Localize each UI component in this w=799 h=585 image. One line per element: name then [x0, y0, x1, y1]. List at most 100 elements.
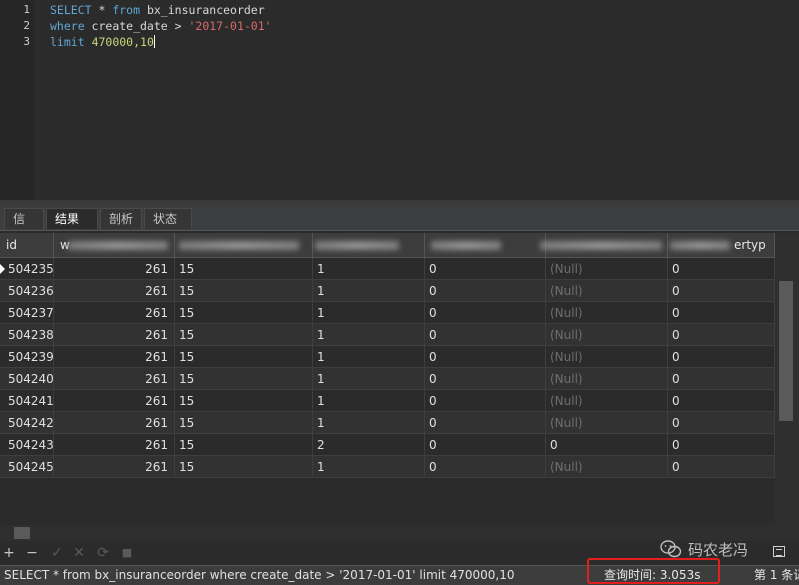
table-cell[interactable]: (Null)	[546, 412, 668, 434]
table-cell[interactable]: (Null)	[546, 368, 668, 390]
table-cell[interactable]: 0	[425, 324, 546, 346]
table-cell[interactable]: 0	[425, 368, 546, 390]
apply-changes-button[interactable]: ✓	[48, 544, 66, 562]
table-cell[interactable]: 0	[425, 390, 546, 412]
table-row[interactable]: 504243 261 15 2 0 0 0	[0, 434, 775, 456]
table-cell[interactable]: 1	[313, 390, 425, 412]
table-cell[interactable]: 504236	[0, 280, 54, 302]
column-header-id[interactable]: id	[0, 233, 54, 257]
column-header[interactable]	[175, 233, 313, 257]
table-row[interactable]: 504236 261 15 1 0 (Null) 0	[0, 280, 775, 302]
table-cell[interactable]: 504237	[0, 302, 54, 324]
column-header[interactable]	[540, 233, 668, 257]
table-cell[interactable]: 0	[668, 434, 775, 456]
column-header[interactable]	[313, 233, 425, 257]
table-cell[interactable]: 0	[425, 346, 546, 368]
table-cell[interactable]: 15	[175, 412, 313, 434]
table-cell[interactable]: 1	[313, 302, 425, 324]
table-cell[interactable]: (Null)	[546, 302, 668, 324]
scrollbar-thumb[interactable]	[14, 527, 30, 539]
table-cell[interactable]: 15	[175, 280, 313, 302]
result-grid[interactable]: id w ertyp 504235 261 15 1 0 (Null) 0 504236 261…	[0, 233, 775, 525]
table-cell[interactable]: 0	[425, 412, 546, 434]
table-cell[interactable]: 1	[313, 412, 425, 434]
table-cell[interactable]: 261	[54, 280, 175, 302]
table-cell[interactable]: 0	[425, 456, 546, 478]
refresh-button[interactable]: ⟳	[94, 544, 112, 562]
table-cell[interactable]: (Null)	[546, 258, 668, 280]
table-row[interactable]: 504242 261 15 1 0 (Null) 0	[0, 412, 775, 434]
table-cell[interactable]: 261	[54, 368, 175, 390]
table-cell[interactable]: 15	[175, 434, 313, 456]
table-cell[interactable]: 0	[668, 346, 775, 368]
table-cell[interactable]: 0	[668, 324, 775, 346]
table-cell[interactable]: 0	[425, 280, 546, 302]
table-cell[interactable]: 2	[313, 434, 425, 456]
column-header[interactable]: w	[54, 233, 175, 257]
table-row[interactable]: 504235 261 15 1 0 (Null) 0	[0, 258, 775, 280]
tab-profile[interactable]: 剖析	[100, 208, 142, 229]
sql-editor[interactable]: 1 2 3 SELECT * from bx_insuranceorder wh…	[0, 0, 799, 200]
table-cell[interactable]: 0	[668, 412, 775, 434]
tab-status[interactable]: 状态	[144, 208, 192, 229]
tab-info[interactable]: 信息	[4, 208, 44, 247]
table-cell[interactable]: (Null)	[546, 280, 668, 302]
scrollbar-thumb[interactable]	[779, 281, 793, 421]
code-line-2[interactable]: where create_date > '2017-01-01'	[50, 19, 272, 33]
table-cell[interactable]: 504242	[0, 412, 54, 434]
table-cell[interactable]: 15	[175, 390, 313, 412]
table-cell[interactable]: 261	[54, 324, 175, 346]
table-cell[interactable]: 1	[313, 280, 425, 302]
table-cell[interactable]: 504238	[0, 324, 54, 346]
table-cell[interactable]: 261	[54, 390, 175, 412]
table-cell[interactable]: 0	[546, 434, 668, 456]
tab-result-1[interactable]: 结果 1	[46, 208, 98, 247]
vertical-scrollbar[interactable]	[775, 233, 799, 525]
table-cell[interactable]: 15	[175, 324, 313, 346]
table-cell[interactable]: 15	[175, 346, 313, 368]
table-row[interactable]: 504239 261 15 1 0 (Null) 0	[0, 346, 775, 368]
table-cell[interactable]: (Null)	[546, 324, 668, 346]
table-row[interactable]: 504241 261 15 1 0 (Null) 0	[0, 390, 775, 412]
table-cell[interactable]: 0	[668, 258, 775, 280]
table-row[interactable]: 504238 261 15 1 0 (Null) 0	[0, 324, 775, 346]
table-cell[interactable]: 0	[668, 456, 775, 478]
table-row[interactable]: 504240 261 15 1 0 (Null) 0	[0, 368, 775, 390]
table-cell[interactable]: 261	[54, 258, 175, 280]
column-header[interactable]	[425, 233, 546, 257]
table-cell[interactable]: 0	[425, 434, 546, 456]
table-cell[interactable]: 1	[313, 324, 425, 346]
table-cell[interactable]: 1	[313, 456, 425, 478]
table-cell[interactable]: (Null)	[546, 390, 668, 412]
table-cell[interactable]: 1	[313, 258, 425, 280]
grid-view-icon[interactable]	[773, 546, 785, 557]
table-cell[interactable]: 0	[668, 368, 775, 390]
table-cell[interactable]: 504245	[0, 456, 54, 478]
discard-changes-button[interactable]: ✕	[70, 544, 88, 562]
table-cell[interactable]: 504243	[0, 434, 54, 456]
table-cell[interactable]: 261	[54, 346, 175, 368]
table-cell[interactable]: 15	[175, 456, 313, 478]
table-cell[interactable]: (Null)	[546, 456, 668, 478]
table-cell[interactable]: (Null)	[546, 346, 668, 368]
table-row[interactable]: 504245 261 15 1 0 (Null) 0	[0, 456, 775, 478]
table-cell[interactable]: 0	[425, 258, 546, 280]
column-header[interactable]: ertyp	[668, 233, 775, 257]
table-cell[interactable]: 0	[425, 302, 546, 324]
table-row[interactable]: 504237 261 15 1 0 (Null) 0	[0, 302, 775, 324]
table-cell[interactable]: 15	[175, 302, 313, 324]
table-cell[interactable]: 504235	[0, 258, 54, 280]
table-cell[interactable]: 504239	[0, 346, 54, 368]
table-cell[interactable]: 0	[668, 302, 775, 324]
code-line-1[interactable]: SELECT * from bx_insuranceorder	[50, 3, 265, 17]
table-cell[interactable]: 261	[54, 302, 175, 324]
table-cell[interactable]: 261	[54, 434, 175, 456]
table-cell[interactable]: 261	[54, 456, 175, 478]
table-cell[interactable]: 504240	[0, 368, 54, 390]
delete-record-button[interactable]: −	[23, 544, 41, 562]
table-cell[interactable]: 1	[313, 368, 425, 390]
table-cell[interactable]: 15	[175, 368, 313, 390]
table-cell[interactable]: 1	[313, 346, 425, 368]
table-cell[interactable]: 0	[668, 390, 775, 412]
code-line-3[interactable]: limit 470000,10	[50, 35, 155, 49]
